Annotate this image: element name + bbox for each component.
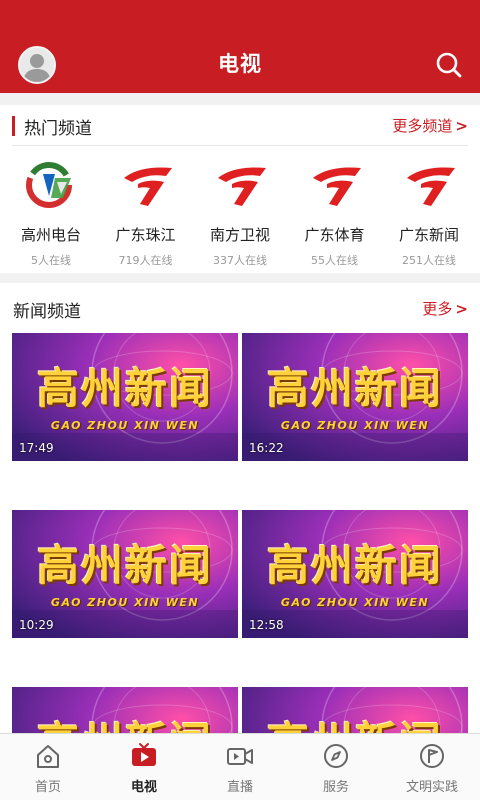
channel-online-count: 719人在线: [118, 254, 173, 267]
chevron-right-icon: >: [455, 116, 468, 135]
hot-channels-title: 热门频道: [24, 119, 92, 139]
video-title-art: 高州新闻: [266, 541, 443, 590]
nav-label: 文明实践: [405, 780, 458, 795]
video-duration: 12:58: [249, 618, 284, 632]
video-title-art: 高州新闻: [36, 364, 213, 413]
video-card[interactable]: 高州新闻 GAO ZHOU XIN WEN 17:49: [12, 333, 238, 461]
flag-circle-icon: [420, 744, 444, 768]
video-subtitle-art: GAO ZHOU XIN WEN: [280, 419, 430, 432]
nav-label: 电视: [130, 780, 157, 795]
chevron-right-icon: >: [455, 299, 468, 318]
nav-label: 直播: [226, 780, 253, 795]
app-header: 电视: [0, 0, 480, 93]
video-title-art: 高州新闻: [266, 364, 443, 413]
guangdong-tv-logo-icon: [407, 167, 455, 206]
app-root: 电视 热门频道 更多频道 > 高州电台 5人在线 广东珠江 719人在线 南方卫…: [0, 0, 480, 800]
channel-online-count: 337人在线: [213, 254, 267, 267]
nav-service[interactable]: 服务: [288, 734, 384, 800]
channel-online-count: 5人在线: [31, 254, 71, 267]
channel-online-count: 55人在线: [311, 254, 358, 267]
nav-civilization-practice[interactable]: 文明实践: [384, 734, 480, 800]
guangdong-tv-logo-icon: [123, 167, 172, 206]
video-duration: 16:22: [249, 441, 284, 455]
divider: [12, 145, 468, 146]
channel-item[interactable]: 广东珠江 719人在线: [101, 150, 191, 270]
more-news-label: 更多: [422, 300, 453, 318]
channel-name: 广东体育: [304, 226, 365, 244]
video-card[interactable]: 高州新闻 GAO ZHOU XIN WEN 16:22: [242, 333, 468, 461]
hot-channel-list: 高州电台 5人在线 广东珠江 719人在线 南方卫视 337人在线 广东体育 5…: [0, 150, 480, 270]
channel-name: 广东珠江: [115, 226, 176, 244]
video-card[interactable]: 高州新闻 GAO ZHOU XIN WEN 10:29: [12, 510, 238, 638]
video-subtitle-art: GAO ZHOU XIN WEN: [50, 596, 200, 609]
video-subtitle-art: GAO ZHOU XIN WEN: [50, 419, 200, 432]
nav-tv[interactable]: 电视: [96, 734, 192, 800]
video-camera-icon: [227, 748, 253, 765]
home-icon: [37, 745, 59, 768]
nav-label: 服务: [322, 780, 349, 795]
guangdong-tv-logo-icon: [218, 167, 266, 206]
bottom-nav: 首页 电视 直播 服务 文明实践: [0, 733, 480, 800]
nav-label: 首页: [34, 780, 61, 795]
more-channels-link[interactable]: 更多频道 >: [392, 115, 468, 136]
channel-name: 高州电台: [20, 226, 81, 244]
video-duration: 10:29: [19, 618, 54, 632]
channel-item[interactable]: 广东体育 55人在线: [290, 150, 380, 270]
channel-item[interactable]: 高州电台 5人在线: [6, 150, 96, 270]
page-title: 电视: [218, 52, 262, 76]
guangdong-tv-logo-icon: [312, 167, 361, 206]
nav-live[interactable]: 直播: [192, 734, 288, 800]
tv-icon: [132, 743, 156, 766]
more-channels-label: 更多频道: [392, 117, 453, 135]
compass-icon: [324, 744, 348, 768]
video-duration: 17:49: [19, 441, 54, 455]
section-gap: [0, 93, 480, 105]
channel-name: 南方卫视: [209, 226, 270, 244]
channel-online-count: 251人在线: [402, 254, 456, 267]
video-subtitle-art: GAO ZHOU XIN WEN: [280, 596, 430, 609]
section-accent-bar: [12, 116, 15, 136]
more-news-link[interactable]: 更多 >: [422, 298, 468, 319]
news-channels-header: 新闻频道 更多 >: [0, 288, 480, 328]
gaozhou-logo-icon: [26, 162, 72, 208]
news-channels-title: 新闻频道: [13, 302, 81, 322]
search-icon[interactable]: [434, 50, 464, 80]
video-card[interactable]: 高州新闻 GAO ZHOU XIN WEN 12:58: [242, 510, 468, 638]
channel-item[interactable]: 广东新闻 251人在线: [384, 150, 474, 270]
channel-item[interactable]: 南方卫视 337人在线: [195, 150, 285, 270]
nav-home[interactable]: 首页: [0, 734, 96, 800]
channel-name: 广东新闻: [398, 226, 459, 244]
section-gap: [0, 273, 480, 283]
video-title-art: 高州新闻: [36, 541, 213, 590]
hot-channels-header: 热门频道 更多频道 >: [0, 105, 480, 145]
